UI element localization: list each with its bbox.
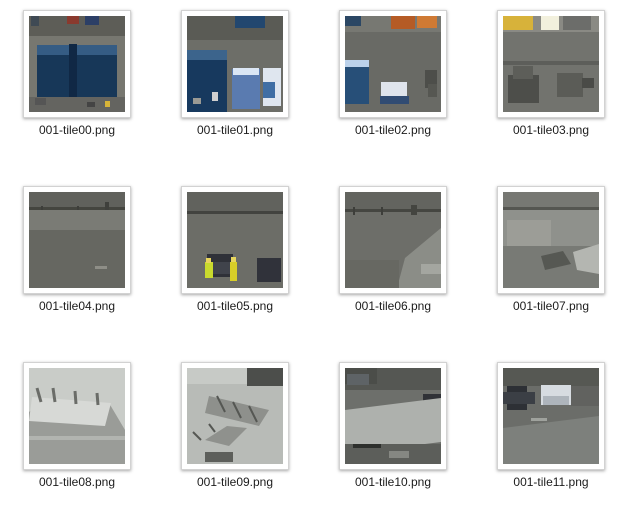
thumbnail-frame (497, 362, 605, 470)
thumbnail-frame (23, 10, 131, 118)
tile01-thumbnail (187, 16, 283, 112)
file-item-tile06[interactable]: 001-tile06.png (320, 176, 460, 326)
file-name[interactable]: 001-tile06.png (320, 299, 466, 314)
file-name[interactable]: 001-tile00.png (4, 123, 150, 138)
tile06-thumbnail (345, 192, 441, 288)
thumbnail-frame (339, 362, 447, 470)
file-name[interactable]: 001-tile03.png (478, 123, 619, 138)
file-item-tile00[interactable]: 001-tile00.png (4, 0, 144, 150)
file-item-tile07[interactable]: 001-tile07.png (478, 176, 618, 326)
tile08-thumbnail (29, 368, 125, 464)
file-item-tile09[interactable]: 001-tile09.png (162, 352, 302, 502)
file-item-tile08[interactable]: 001-tile08.png (4, 352, 144, 502)
tile02-thumbnail (345, 16, 441, 112)
file-item-tile01[interactable]: 001-tile01.png (162, 0, 302, 150)
file-name[interactable]: 001-tile09.png (162, 475, 308, 490)
file-item-tile03[interactable]: 001-tile03.png (478, 0, 618, 150)
file-name[interactable]: 001-tile01.png (162, 123, 308, 138)
tile10-thumbnail (345, 368, 441, 464)
file-item-tile05[interactable]: 001-tile05.png (162, 176, 302, 326)
file-name[interactable]: 001-tile10.png (320, 475, 466, 490)
tile05-thumbnail (187, 192, 283, 288)
tile00-thumbnail (29, 16, 125, 112)
file-name[interactable]: 001-tile11.png (478, 475, 619, 490)
file-item-tile10[interactable]: 001-tile10.png (320, 352, 460, 502)
tile03-thumbnail (503, 16, 599, 112)
file-item-tile11[interactable]: 001-tile11.png (478, 352, 618, 502)
thumbnail-frame (23, 362, 131, 470)
file-item-tile04[interactable]: 001-tile04.png (4, 176, 144, 326)
file-name[interactable]: 001-tile07.png (478, 299, 619, 314)
file-name[interactable]: 001-tile05.png (162, 299, 308, 314)
file-name[interactable]: 001-tile02.png (320, 123, 466, 138)
file-name[interactable]: 001-tile08.png (4, 475, 150, 490)
thumbnail-frame (497, 10, 605, 118)
file-item-tile02[interactable]: 001-tile02.png (320, 0, 460, 150)
file-icon-grid: 001-tile00.png 001-tile01.png 001-tile02… (0, 0, 619, 513)
thumbnail-frame (497, 186, 605, 294)
thumbnail-frame (23, 186, 131, 294)
tile07-thumbnail (503, 192, 599, 288)
thumbnail-frame (339, 186, 447, 294)
thumbnail-frame (339, 10, 447, 118)
tile11-thumbnail (503, 368, 599, 464)
file-name[interactable]: 001-tile04.png (4, 299, 150, 314)
thumbnail-frame (181, 362, 289, 470)
thumbnail-frame (181, 10, 289, 118)
tile04-thumbnail (29, 192, 125, 288)
thumbnail-frame (181, 186, 289, 294)
tile09-thumbnail (187, 368, 283, 464)
